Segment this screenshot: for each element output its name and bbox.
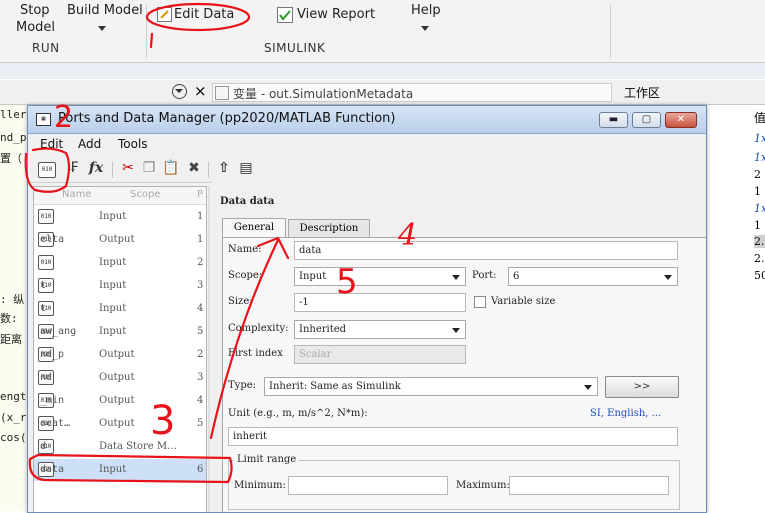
annotation-arrow-line	[209, 238, 280, 440]
annotation-ellipse-edit-data	[145, 2, 251, 32]
annotation-number-5: 5	[336, 262, 358, 302]
annotation-loop-data-row	[28, 453, 233, 484]
annotation-loop-add-data	[24, 147, 71, 193]
annotation-layer	[24, 2, 290, 484]
annotation-arrow-head	[256, 236, 290, 260]
annotation-stroke	[149, 32, 154, 49]
annotation-number-3: 3	[150, 398, 176, 444]
annotation-number-4: 4	[398, 218, 418, 253]
annotation-number-2: 2	[54, 100, 74, 135]
